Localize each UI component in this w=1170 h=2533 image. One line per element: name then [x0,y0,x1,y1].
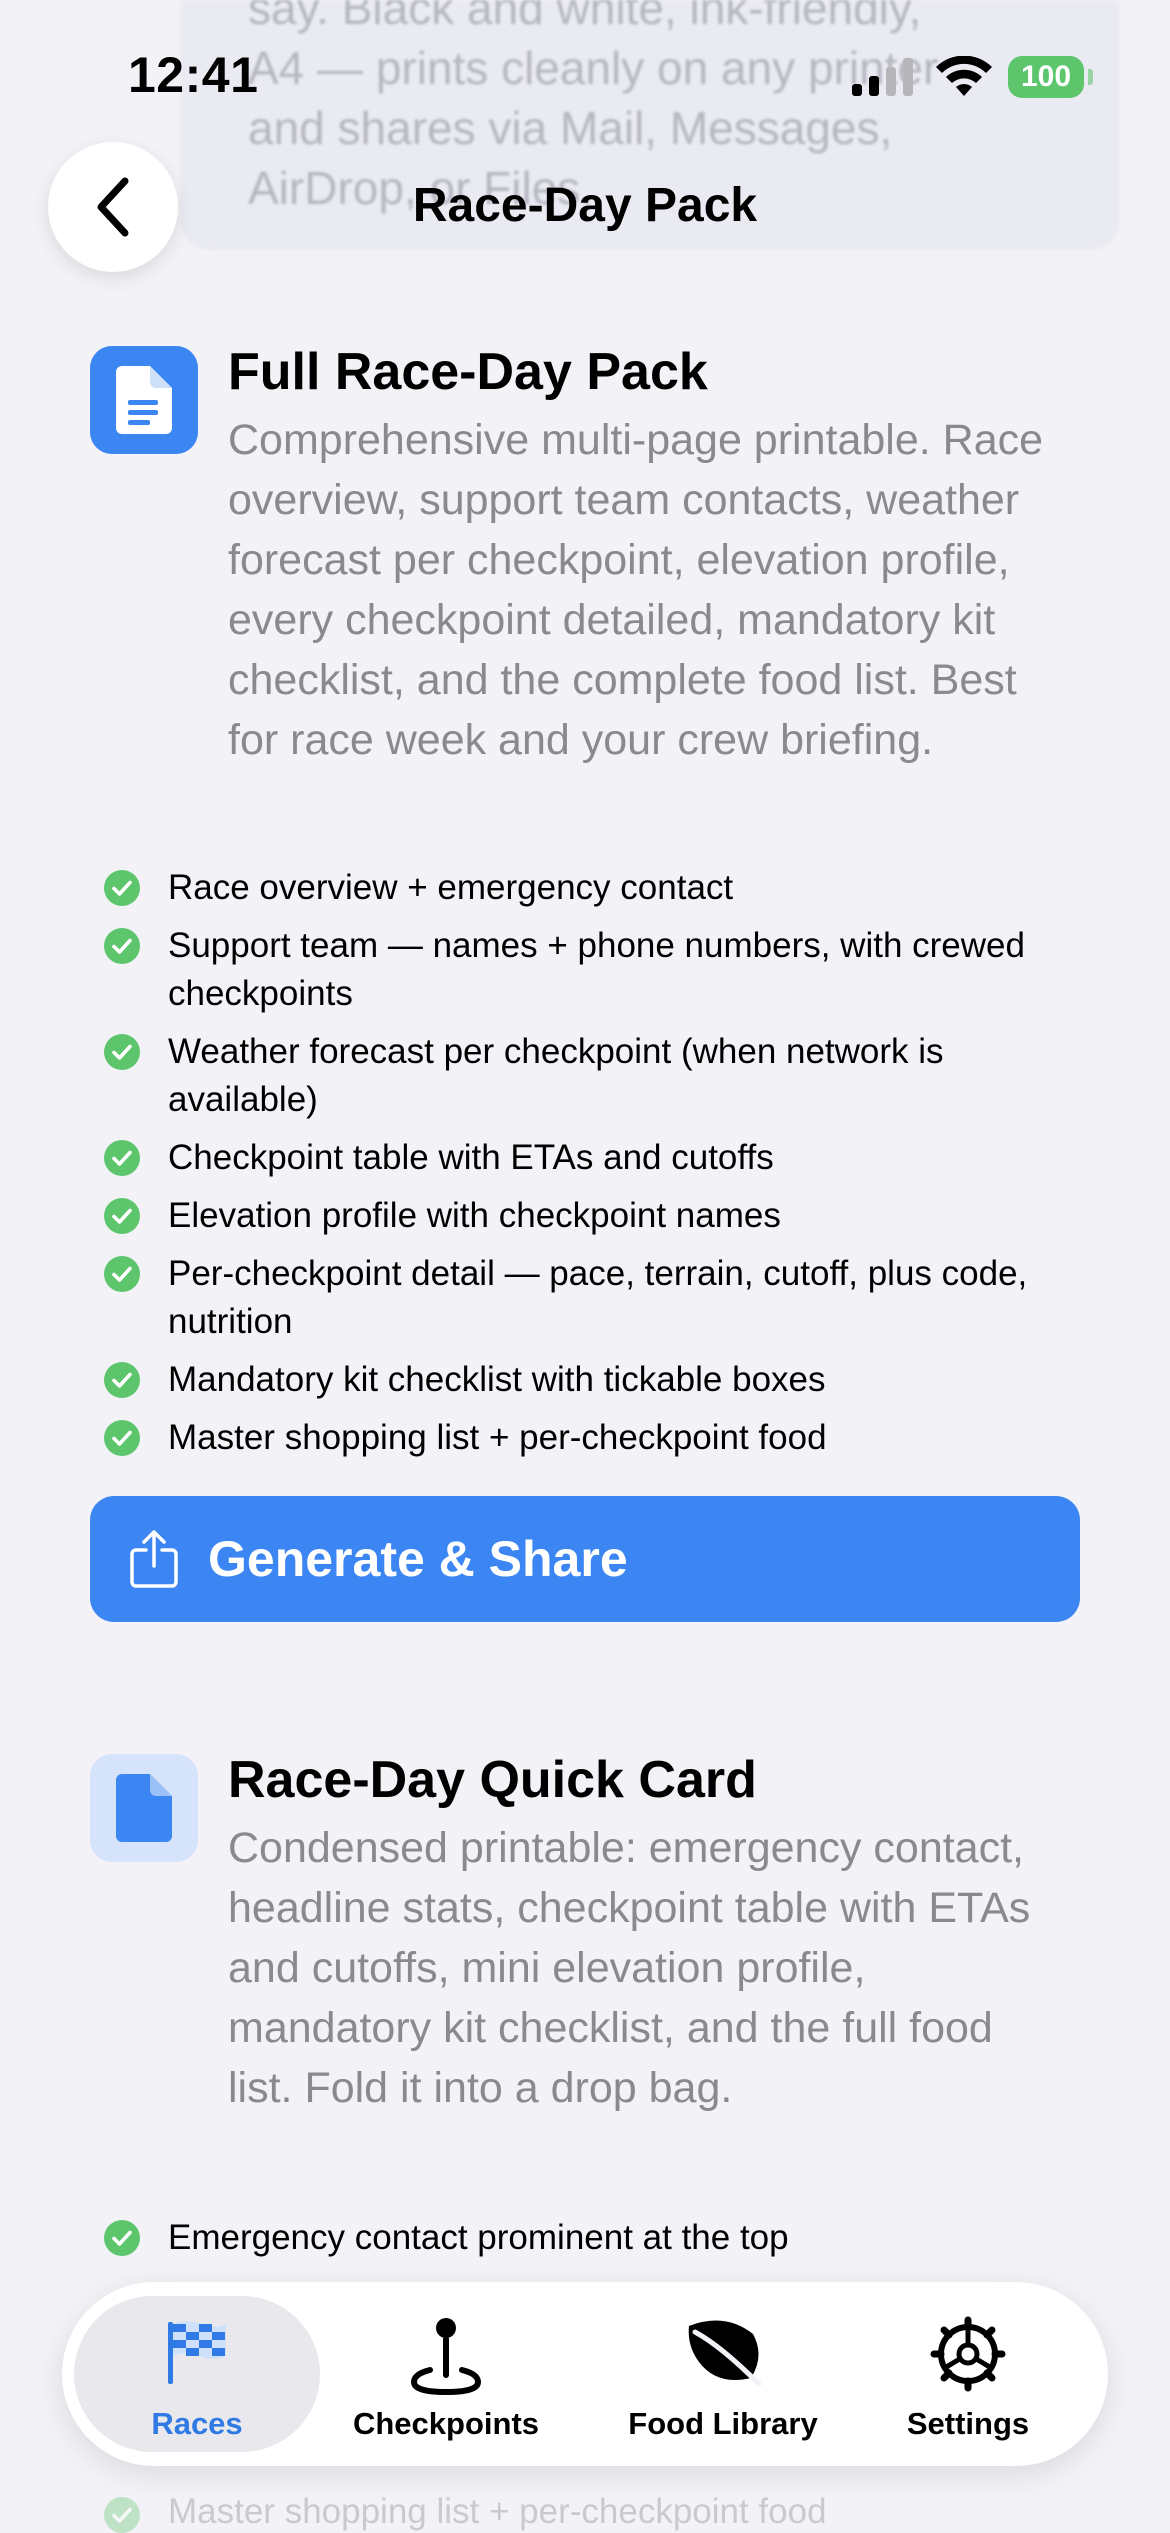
tab-races[interactable]: Races [77,2282,317,2466]
quick-card-title: Race-Day Quick Card [228,1751,757,1809]
tab-label: Races [151,2406,243,2441]
page-title: Race-Day Pack [412,179,758,232]
list-item: Checkpoint table with ETAs and cutoffs [104,1134,1084,1182]
check-circle-icon [104,1362,140,1398]
status-bar: 12:41 100 [0,0,1170,150]
document-icon [90,346,198,454]
check-circle-icon [104,1034,140,1070]
status-time: 12:41 [128,47,259,103]
check-circle-icon [104,2497,140,2533]
check-circle-icon [104,1140,140,1176]
tab-food-library[interactable]: Food Library [603,2282,843,2466]
check-circle-icon [104,1256,140,1292]
share-icon [130,1530,178,1588]
document-icon [90,1754,198,1862]
battery-indicator: 100 [1008,56,1084,98]
list-item: Support team — names + phone numbers, wi… [104,922,1084,1018]
list-item: Master shopping list + per-checkpoint fo… [104,1414,1084,1462]
battery-tip [1088,69,1093,85]
tab-bar: Races Checkpoints Food Library Settings [62,2282,1108,2466]
list-item: Mandatory kit checklist with tickable bo… [104,1356,1084,1404]
map-pin-icon [410,2318,482,2396]
full-pack-feature-list: Race overview + emergency contact Suppor… [104,864,1084,1472]
tab-label: Checkpoints [352,2406,540,2441]
cellular-signal-icon [852,58,913,96]
checkered-flag-icon [168,2321,226,2384]
gear-icon [930,2316,1006,2392]
tab-label: Food Library [628,2406,818,2441]
check-circle-icon [104,870,140,906]
wifi-icon [936,56,992,96]
check-circle-icon [104,1198,140,1234]
check-circle-icon [104,2220,140,2256]
tab-checkpoints[interactable]: Checkpoints [326,2282,566,2466]
check-circle-icon [104,1420,140,1456]
check-circle-icon [104,928,140,964]
list-item: Per-checkpoint detail — pace, terrain, c… [104,1250,1084,1346]
tab-settings[interactable]: Settings [848,2282,1088,2466]
list-item: Elevation profile with checkpoint names [104,1192,1084,1240]
full-pack-description: Comprehensive multi-page printable. Race… [228,416,1044,764]
list-item: Race overview + emergency contact [104,864,1084,912]
quick-card-description: Condensed printable: emergency contact, … [228,1824,1031,2112]
list-item: Weather forecast per checkpoint (when ne… [104,1028,1084,1124]
leaf-icon [688,2320,762,2386]
full-pack-title: Full Race-Day Pack [228,343,708,401]
partial-list-item: Master shopping list + per-checkpoint fo… [168,2492,827,2531]
list-item: Emergency contact prominent at the top [104,2214,1084,2262]
generate-share-label: Generate & Share [208,1531,628,1587]
generate-share-button[interactable]: Generate & Share [90,1496,1080,1622]
tab-label: Settings [906,2406,1030,2441]
